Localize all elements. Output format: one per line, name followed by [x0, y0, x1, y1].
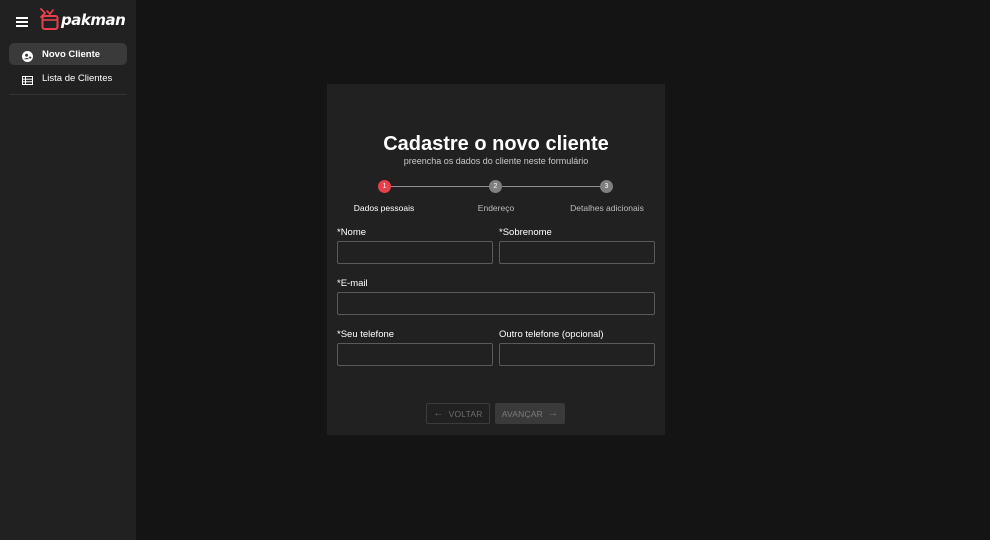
nome-field[interactable]	[337, 241, 493, 264]
logo-text: pakman	[61, 11, 126, 29]
table-list-icon	[22, 73, 33, 85]
sidebar-item-lista-de-clientes[interactable]: Lista de Clientes	[9, 67, 127, 89]
sidebar-nav: Novo Cliente Lista de Clientes	[9, 43, 127, 91]
step-3-label: Detalhes adicionais	[570, 203, 644, 213]
next-button-label: AVANÇAR	[501, 408, 544, 419]
sidebar-item-novo-cliente[interactable]: Novo Cliente	[9, 43, 127, 65]
step-3-indicator: 3	[600, 180, 613, 193]
step-1-label: Dados pessoais	[353, 203, 415, 213]
outro-telefone-field[interactable]	[499, 343, 655, 366]
sidebar-item-label: Novo Cliente	[42, 48, 101, 60]
page-title: Cadastre o novo cliente	[383, 133, 609, 155]
arrow-right-icon: →	[548, 408, 559, 419]
email-label: *E-mail	[337, 278, 368, 289]
back-button-label: VOLTAR	[448, 408, 483, 419]
step-1-indicator: 1	[378, 180, 391, 193]
back-button[interactable]: ← VOLTAR	[426, 403, 490, 424]
stepper: 1 2 3 Dados pessoais Endereço Detalhes a…	[327, 180, 665, 220]
sobrenome-field[interactable]	[499, 241, 655, 264]
page-subtitle: preencha os dados do cliente neste formu…	[403, 156, 589, 166]
sidebar-item-label: Lista de Clientes	[42, 72, 113, 84]
new-client-form-card: Cadastre o novo cliente preencha os dado…	[327, 84, 665, 435]
hamburger-menu-icon[interactable]	[16, 17, 28, 27]
nome-label: *Nome	[337, 227, 367, 238]
add-user-icon	[22, 49, 33, 62]
step-connector	[391, 186, 489, 187]
email-field[interactable]	[337, 292, 655, 315]
sidebar: pakman Novo Cliente Lista de Clientes	[0, 0, 136, 540]
arrow-left-icon: ←	[433, 408, 444, 419]
telefone-label: *Seu telefone	[337, 329, 395, 340]
logo-chevron-icon	[40, 8, 46, 18]
logo[interactable]: pakman	[40, 8, 126, 32]
sobrenome-label: *Sobrenome	[499, 227, 552, 238]
step-2-indicator: 2	[489, 180, 502, 193]
step-2-label: Endereço	[477, 203, 515, 213]
sidebar-divider	[9, 94, 127, 95]
top-bar: pakman	[0, 0, 136, 40]
app: pakman Novo Cliente Lista de Clientes Ca…	[0, 0, 990, 540]
outro-telefone-label: Outro telefone (opcional)	[499, 329, 604, 340]
next-button[interactable]: AVANÇAR →	[495, 403, 565, 424]
step-connector	[502, 186, 600, 187]
telefone-field[interactable]	[337, 343, 493, 366]
